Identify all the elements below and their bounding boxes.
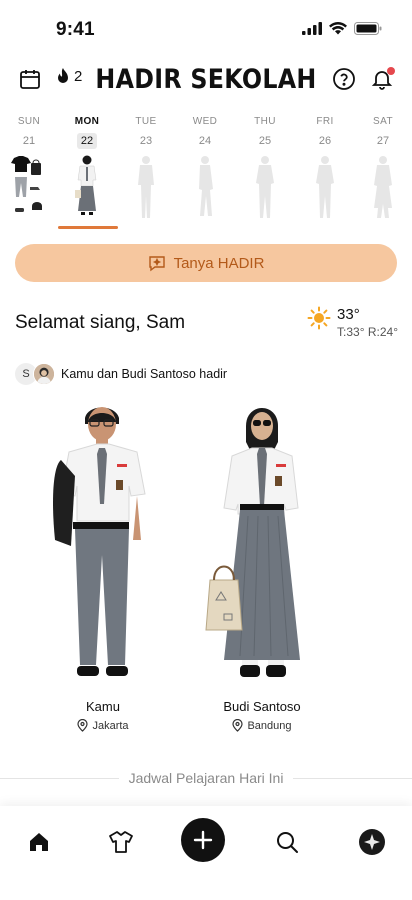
day-number: 25 — [258, 135, 272, 147]
help-button[interactable] — [327, 62, 361, 96]
selected-day-indicator — [58, 226, 118, 229]
shirt-icon — [109, 831, 133, 853]
ask-hadir-label: Tanya HADIR — [173, 254, 265, 272]
weather-temp: 33° — [337, 306, 360, 323]
location-pin-icon — [77, 719, 89, 732]
bottom-navigation — [0, 806, 412, 900]
weather-range: T:33° R:24° — [337, 325, 398, 339]
home-icon — [30, 833, 48, 851]
divider — [293, 777, 412, 779]
question-circle-icon — [333, 68, 355, 90]
search-icon — [277, 832, 298, 853]
sun-icon — [307, 306, 331, 330]
status-bar: 9:41 — [0, 0, 412, 56]
day-name: WED — [192, 116, 218, 127]
day-sat[interactable]: SAT 27 — [354, 116, 412, 218]
day-name: SUN — [17, 116, 41, 127]
empty-outfit-silhouette — [374, 156, 392, 218]
day-wed[interactable]: WED 24 — [176, 116, 234, 216]
attendance-text: Kamu dan Budi Santoso hadir — [61, 367, 228, 381]
day-tue[interactable]: TUE 23 — [117, 116, 175, 218]
attendee-photo — [53, 407, 146, 676]
day-mon[interactable]: MON 22 — [58, 116, 118, 229]
attendee-card[interactable]: Budi Santoso Bandung — [192, 400, 332, 732]
ask-hadir-button[interactable]: Tanya HADIR — [15, 244, 397, 282]
day-thu[interactable]: THU 25 — [236, 116, 294, 218]
empty-outfit-silhouette — [256, 156, 274, 218]
day-number: 21 — [22, 135, 36, 147]
nav-add-button[interactable] — [181, 818, 225, 862]
add-icon — [193, 830, 213, 850]
attendee-location: Jakarta — [33, 719, 173, 732]
week-strip: SUN 21 MON 22 TUE 23 WED 24 THU 25 FRI 2… — [0, 116, 412, 234]
schedule-title: Jadwal Pelajaran Hari Ini — [128, 770, 284, 786]
wifi-icon — [329, 22, 347, 35]
day-name: FRI — [316, 116, 334, 127]
schedule-header: Jadwal Pelajaran Hari Ini — [0, 768, 412, 788]
notification-dot — [387, 67, 395, 75]
day-name: TUE — [135, 116, 157, 127]
day-name: THU — [254, 116, 276, 127]
attendee-name: Budi Santoso — [223, 699, 301, 714]
day-number: 24 — [198, 135, 212, 147]
selected-outfit-thumbnail — [75, 155, 97, 215]
nav-wardrobe[interactable] — [103, 824, 139, 860]
attendee-location-text: Jakarta — [92, 719, 129, 732]
empty-outfit-silhouette — [316, 156, 334, 218]
day-number: 27 — [376, 135, 390, 147]
signal-icon — [302, 22, 322, 35]
attendee-photo — [205, 408, 300, 677]
location-pin-icon — [232, 719, 244, 732]
sparkle-chat-icon — [148, 256, 165, 272]
divider — [0, 777, 119, 779]
day-fri[interactable]: FRI 26 — [296, 116, 354, 218]
nav-home[interactable] — [21, 824, 57, 860]
status-icons — [302, 22, 382, 35]
attendee-location: Bandung — [192, 719, 332, 732]
outfit-items-thumbnail — [11, 156, 42, 212]
empty-outfit-silhouette — [138, 156, 154, 218]
day-number: 26 — [318, 135, 332, 147]
attendee-name: Kamu — [86, 699, 120, 714]
day-number: 22 — [77, 133, 97, 149]
status-time: 9:41 — [56, 19, 95, 40]
app-header: 2 HADIR SEKOLAH — [0, 56, 412, 104]
attendance-summary[interactable]: S Kamu dan Budi Santoso hadir — [15, 363, 227, 385]
greeting: Selamat siang, Sam — [15, 312, 186, 333]
notification-button[interactable] — [365, 62, 399, 96]
day-number: 23 — [139, 135, 153, 147]
attendee-card[interactable]: Kamu Jakarta — [33, 400, 173, 732]
nav-profile[interactable] — [354, 824, 390, 860]
attendee-location-text: Bandung — [247, 719, 292, 732]
day-sun[interactable]: SUN 21 — [0, 116, 58, 212]
avatar-friend — [33, 363, 55, 385]
profile-icon — [359, 829, 385, 855]
day-name: MON — [74, 116, 100, 127]
nav-search[interactable] — [269, 824, 305, 860]
battery-icon — [354, 22, 382, 35]
weather-widget[interactable]: 33° T:33° R:24° — [307, 306, 398, 339]
day-name: SAT — [373, 116, 393, 127]
empty-outfit-silhouette — [199, 156, 213, 216]
